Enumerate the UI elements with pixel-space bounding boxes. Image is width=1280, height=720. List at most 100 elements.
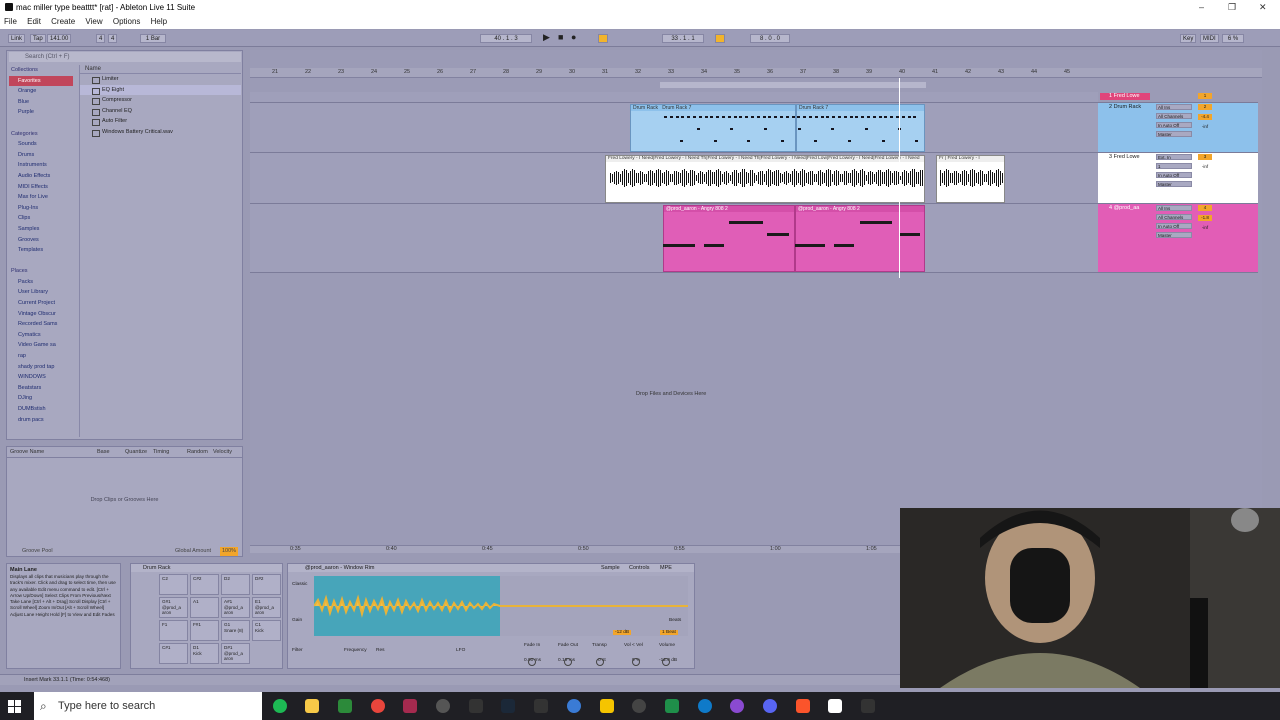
beats-value[interactable]: 1 Beat xyxy=(660,630,678,635)
track-activator[interactable]: 2 xyxy=(1198,104,1212,110)
sidebar-item-place[interactable]: Cymatics xyxy=(9,330,73,341)
midi-note[interactable] xyxy=(860,221,892,224)
menu-create[interactable]: Create xyxy=(47,15,79,28)
sidebar-item-place[interactable]: Beatstars xyxy=(9,383,73,394)
windows-start-icon[interactable] xyxy=(8,700,21,713)
track-name[interactable]: 2 Drum Rack xyxy=(1100,104,1150,111)
track-send[interactable]: -inf xyxy=(1198,164,1212,170)
transpose-knob[interactable] xyxy=(596,658,604,666)
quantize-menu[interactable]: 1 Bar xyxy=(140,34,166,43)
xbox-icon[interactable] xyxy=(665,699,679,713)
track-header-3[interactable]: 3 Fred Lowe Ext. In 1 In Auto Off Master… xyxy=(1098,153,1258,204)
drum-pad[interactable]: A#1 @prod_a aron xyxy=(221,597,250,618)
time-ruler[interactable]: 0:35 0:40 0:45 0:50 0:55 1:00 1:05 xyxy=(250,545,900,553)
loop-brace[interactable] xyxy=(660,82,926,88)
drum-pad[interactable]: G#1 @prod_a aron xyxy=(159,597,188,618)
sidebar-item-templates[interactable]: Templates xyxy=(9,245,73,256)
record-icon[interactable]: ● xyxy=(569,33,578,42)
sidebar-item-midi-effects[interactable]: MIDI Effects xyxy=(9,182,73,193)
sample-waveform[interactable] xyxy=(314,576,688,636)
volume-knob[interactable] xyxy=(662,658,670,666)
stop-icon[interactable]: ■ xyxy=(556,33,565,42)
track-volume[interactable]: -1.8 xyxy=(1198,215,1212,221)
track-activator[interactable]: 1 xyxy=(1198,93,1212,99)
playback-mode[interactable]: Classic xyxy=(292,582,307,587)
list-item[interactable]: Windows Battery Critical.wav xyxy=(80,127,241,138)
menu-help[interactable]: Help xyxy=(147,15,171,28)
sidebar-item-drums[interactable]: Drums xyxy=(9,150,73,161)
drum-pad[interactable]: A1 xyxy=(190,597,219,618)
track-name[interactable]: 4 @prod_aa xyxy=(1100,205,1150,212)
midi-note[interactable] xyxy=(834,244,854,247)
input-channel-select[interactable]: All Channels xyxy=(1156,214,1192,220)
edge-icon[interactable] xyxy=(698,699,712,713)
app-icon[interactable] xyxy=(730,699,744,713)
app-icon[interactable] xyxy=(632,699,646,713)
sidebar-item-audio-effects[interactable]: Audio Effects xyxy=(9,171,73,182)
tab-controls[interactable]: Controls xyxy=(629,564,649,572)
sidebar-item-place[interactable]: Vintage Obscur xyxy=(9,309,73,320)
groove-drop-zone[interactable]: Drop Clips or Grooves Here xyxy=(7,497,242,503)
sidebar-item-place[interactable]: DJing xyxy=(9,393,73,404)
track-header-4[interactable]: 4 @prod_aa All Ins All Channels In Auto … xyxy=(1098,204,1258,273)
live-icon[interactable] xyxy=(534,699,548,713)
sidebar-item-clips[interactable]: Clips xyxy=(9,213,73,224)
menu-view[interactable]: View xyxy=(81,15,106,28)
sidebar-item-favorites[interactable]: Favorites xyxy=(9,75,73,87)
sidebar-item-orange[interactable]: Orange xyxy=(9,86,73,97)
meter-denominator[interactable]: 4 xyxy=(108,34,118,43)
beat-time-ruler[interactable]: 21 22 23 24 25 26 27 28 29 30 31 32 33 3… xyxy=(250,68,1262,78)
track-header-1[interactable]: 1 Fred Lowe 1 xyxy=(1098,92,1258,103)
drum-pad[interactable]: D#1 @prod_a aron xyxy=(221,643,250,664)
sidebar-item-place[interactable]: Recorded Sams xyxy=(9,319,73,330)
audio-clip[interactable]: Fred Lowery - I Need|Fred Lowery - I Nee… xyxy=(605,155,925,203)
app-icon[interactable] xyxy=(828,699,842,713)
drum-pad[interactable]: D1 Kick xyxy=(190,643,219,664)
name-column-header[interactable]: Name xyxy=(80,65,241,74)
sidebar-item-place[interactable]: Packs xyxy=(9,277,73,288)
list-item[interactable]: Auto Filter xyxy=(80,116,241,127)
sidebar-item-place[interactable]: WINDOWS xyxy=(9,372,73,383)
track-header-2[interactable]: 2 Drum Rack All Ins All Channels In Auto… xyxy=(1098,103,1258,153)
sidebar-item-blue[interactable]: Blue xyxy=(9,97,73,108)
sidebar-item-place[interactable]: Video Game sa xyxy=(9,340,73,351)
midi-note[interactable] xyxy=(729,221,763,224)
app-icon[interactable] xyxy=(436,699,450,713)
app-icon[interactable] xyxy=(600,699,614,713)
key-map-button[interactable]: Key xyxy=(1180,34,1197,43)
input-type-select[interactable]: Ext. In xyxy=(1156,154,1192,160)
taskbar-search[interactable]: Type here to search xyxy=(34,692,262,720)
midi-map-button[interactable]: MIDI xyxy=(1200,34,1219,43)
tempo-field[interactable]: 141.00 xyxy=(47,34,71,43)
loop-switch-icon[interactable] xyxy=(715,34,725,43)
minimize-icon[interactable]: – xyxy=(1199,2,1204,12)
track-name[interactable]: 3 Fred Lowe xyxy=(1100,154,1150,161)
input-type-select[interactable]: All Ins xyxy=(1156,205,1192,211)
play-icon[interactable]: ▶ xyxy=(541,33,552,42)
list-item[interactable]: Limiter xyxy=(80,74,241,85)
midi-clip[interactable]: @prod_aaron - Angry 808 2 xyxy=(663,205,795,272)
midi-clip[interactable]: Drum Rack Drum Rack 7 xyxy=(630,104,796,152)
ableton-taskbar-icon[interactable] xyxy=(469,699,483,713)
discord-icon[interactable] xyxy=(763,699,777,713)
sidebar-item-max-for-live[interactable]: Max for Live xyxy=(9,192,73,203)
drum-pad[interactable]: C1 Kick xyxy=(252,620,281,641)
track-volume[interactable]: -4.4 xyxy=(1198,114,1212,120)
loop-start-field[interactable]: 33 . 1 . 1 xyxy=(662,34,704,43)
app-icon[interactable] xyxy=(338,699,352,713)
sidebar-item-place[interactable]: User Library xyxy=(9,287,73,298)
track-send[interactable]: -inf xyxy=(1198,225,1212,231)
monitor-switch[interactable]: In Auto Off xyxy=(1156,172,1192,178)
vel-knob[interactable] xyxy=(632,658,640,666)
drum-pad[interactable]: G1 Snare (8) xyxy=(221,620,250,641)
list-item[interactable]: Compressor xyxy=(80,95,241,106)
sidebar-item-plugins[interactable]: Plug-Ins xyxy=(9,203,73,214)
gain-value[interactable]: -12 dB xyxy=(613,630,632,635)
sidebar-item-place[interactable]: drum pacs xyxy=(9,415,73,426)
list-item[interactable]: Channel EQ xyxy=(80,106,241,117)
midi-clip[interactable]: Drum Rack 7 xyxy=(796,104,925,152)
monitor-switch[interactable]: In Auto Off xyxy=(1156,223,1192,229)
app-icon[interactable] xyxy=(567,699,581,713)
browser-search[interactable]: Search (Ctrl + F) xyxy=(9,52,241,62)
midi-note[interactable] xyxy=(663,244,695,247)
